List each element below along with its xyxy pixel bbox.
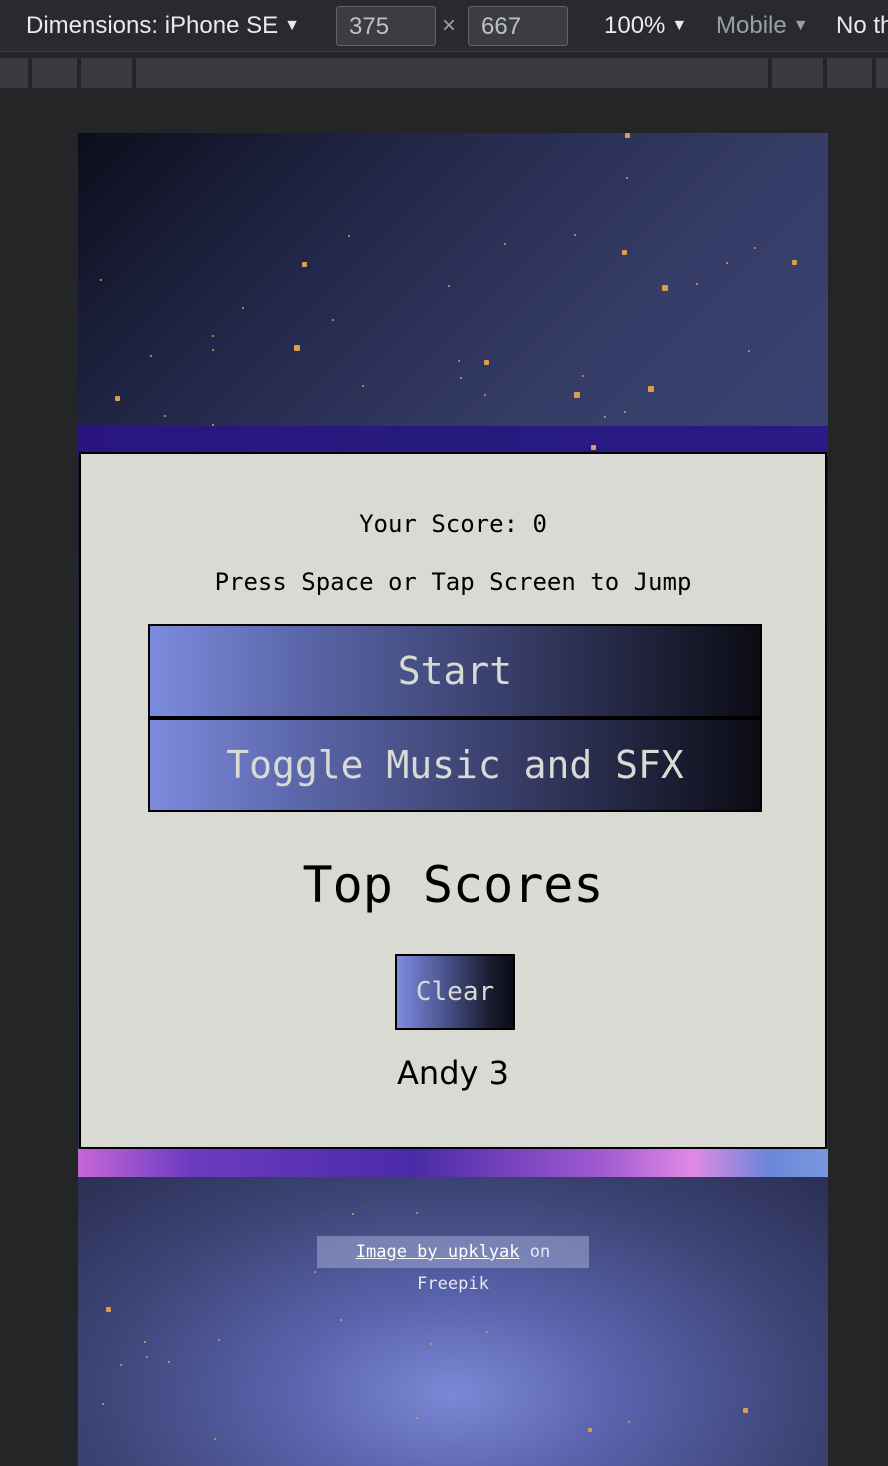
star bbox=[696, 283, 698, 285]
star bbox=[164, 415, 166, 417]
star bbox=[100, 279, 102, 281]
star bbox=[754, 247, 756, 249]
night-sky-background-bottom bbox=[78, 1177, 828, 1466]
media-query-segment[interactable] bbox=[772, 58, 823, 88]
credit-link[interactable]: Image by upklyak bbox=[356, 1242, 520, 1262]
toolbar-divider bbox=[0, 51, 888, 52]
start-button[interactable]: Start bbox=[148, 624, 762, 718]
width-input[interactable]: 375 bbox=[336, 6, 436, 46]
star bbox=[628, 1421, 630, 1423]
device-type-dropdown[interactable]: Mobile ▼ bbox=[716, 12, 809, 40]
star bbox=[214, 1438, 216, 1440]
star bbox=[314, 1271, 316, 1273]
star bbox=[212, 335, 214, 337]
zoom-dropdown[interactable]: 100% ▼ bbox=[604, 12, 687, 40]
star bbox=[792, 260, 797, 265]
star bbox=[120, 1364, 122, 1366]
star bbox=[348, 235, 350, 237]
star bbox=[218, 1339, 220, 1341]
star bbox=[588, 1428, 592, 1432]
star bbox=[168, 1361, 170, 1363]
media-query-segment[interactable] bbox=[0, 58, 28, 88]
height-input[interactable]: 667 bbox=[468, 6, 568, 46]
star bbox=[748, 350, 750, 352]
star bbox=[504, 243, 506, 245]
star bbox=[448, 285, 450, 287]
current-score: Your Score: 0 bbox=[359, 510, 547, 538]
star bbox=[362, 385, 364, 387]
star bbox=[146, 1356, 148, 1358]
star bbox=[624, 411, 626, 413]
device-viewport[interactable]: Your Score: 0 Press Space or Tap Screen … bbox=[78, 133, 828, 1466]
night-sky-background bbox=[78, 133, 828, 426]
times-icon: × bbox=[442, 12, 457, 39]
image-credit: Image by upklyak on Freepik bbox=[317, 1236, 589, 1294]
game-menu-panel: Your Score: 0 Press Space or Tap Screen … bbox=[79, 452, 827, 1149]
star bbox=[486, 1331, 488, 1333]
star bbox=[625, 133, 630, 138]
chevron-down-icon: ▼ bbox=[792, 17, 809, 34]
media-query-segment[interactable] bbox=[136, 58, 768, 88]
star bbox=[460, 377, 462, 379]
star bbox=[115, 396, 120, 401]
chevron-down-icon: ▼ bbox=[671, 17, 688, 34]
star bbox=[352, 1213, 354, 1215]
star bbox=[604, 416, 606, 418]
star bbox=[458, 360, 460, 362]
star bbox=[150, 355, 152, 357]
background-wave bbox=[78, 1149, 828, 1177]
star bbox=[106, 1307, 111, 1312]
clear-scores-button[interactable]: Clear bbox=[395, 954, 515, 1030]
device-dimensions-label: Dimensions: iPhone SE bbox=[26, 12, 279, 39]
devtools-toolbar: Dimensions: iPhone SE ▼ 375 × 667 100% ▼ M… bbox=[0, 0, 888, 52]
star bbox=[591, 445, 596, 450]
star bbox=[416, 1417, 418, 1419]
zoom-label: 100% bbox=[604, 12, 666, 39]
star bbox=[484, 360, 489, 365]
star bbox=[484, 394, 486, 396]
controls-hint: Press Space or Tap Screen to Jump bbox=[214, 568, 692, 596]
star bbox=[626, 177, 628, 179]
star bbox=[242, 307, 244, 309]
device-dimensions-dropdown[interactable]: Dimensions: iPhone SE ▼ bbox=[26, 12, 300, 40]
device-type-label: Mobile bbox=[716, 12, 787, 39]
media-query-segment[interactable] bbox=[876, 58, 888, 88]
star bbox=[212, 424, 214, 426]
star bbox=[648, 386, 654, 392]
media-query-segment[interactable] bbox=[32, 58, 77, 88]
star bbox=[622, 250, 627, 255]
star bbox=[340, 1319, 342, 1321]
star bbox=[212, 349, 214, 351]
toggle-audio-button[interactable]: Toggle Music and SFX bbox=[148, 718, 762, 812]
star bbox=[294, 345, 300, 351]
top-scores-title: Top Scores bbox=[302, 856, 604, 914]
star bbox=[726, 262, 728, 264]
star bbox=[302, 262, 307, 267]
media-query-segment[interactable] bbox=[827, 58, 872, 88]
star bbox=[662, 285, 668, 291]
star bbox=[430, 1343, 432, 1345]
star bbox=[144, 1341, 146, 1343]
star bbox=[574, 392, 580, 398]
star bbox=[582, 375, 584, 377]
throttle-dropdown[interactable]: No th bbox=[836, 12, 888, 40]
star bbox=[416, 1212, 418, 1214]
top-score-entry: Andy 3 bbox=[397, 1054, 509, 1092]
star bbox=[102, 1403, 104, 1405]
star bbox=[332, 319, 334, 321]
chevron-down-icon: ▼ bbox=[284, 17, 300, 34]
media-query-segment[interactable] bbox=[81, 58, 132, 88]
media-query-bar bbox=[0, 58, 888, 88]
star bbox=[743, 1408, 748, 1413]
star bbox=[574, 234, 576, 236]
